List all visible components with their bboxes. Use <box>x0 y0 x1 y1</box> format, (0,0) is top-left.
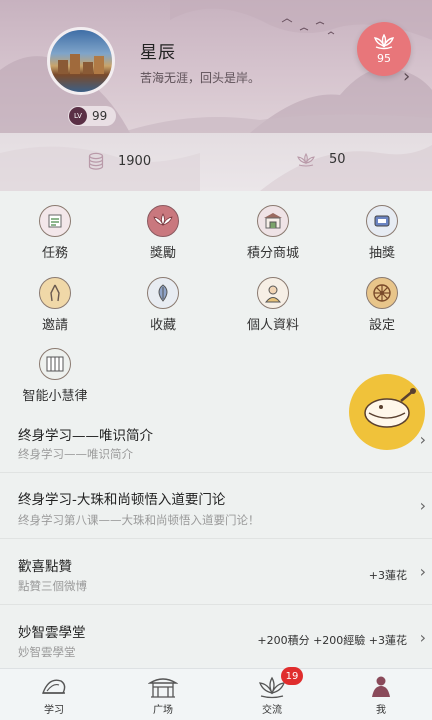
profile-monk-icon <box>257 277 289 309</box>
grid-item-profile[interactable]: 個人資料 <box>228 277 318 333</box>
grid-item-points-mall[interactable]: 積分商城 <box>228 205 318 261</box>
list-item-subtitle: 妙智雲學堂 <box>18 645 76 659</box>
grid-item-favorite[interactable]: 收藏 <box>118 277 208 333</box>
list-item-subtitle: 终身学习第八课——大珠和尚顿悟入道要门论！ <box>18 513 260 527</box>
username: 星辰 <box>140 43 176 63</box>
divider <box>0 472 432 473</box>
notification-badge: 19 <box>281 667 303 685</box>
nav-label: 交流 <box>262 705 282 716</box>
nav-label: 广场 <box>153 705 173 716</box>
buddha-icon <box>372 676 390 697</box>
reward-text: +3蓮花 <box>368 569 407 582</box>
list-item[interactable]: 歡喜點贊 點贊三個微博 +3蓮花 › <box>0 540 432 602</box>
task-scroll-icon <box>39 205 71 237</box>
bottom-nav: 学习 广场 交流 我 <box>0 668 432 720</box>
lottery-icon <box>366 205 398 237</box>
divider <box>0 538 432 539</box>
list-item-title: 歡喜點贊 <box>18 559 72 575</box>
coins-stat[interactable]: 1900 <box>88 152 151 170</box>
level-prefix: LV <box>69 107 87 125</box>
lotus-value: 50 <box>329 152 346 167</box>
divider <box>0 604 432 605</box>
level-value: 99 <box>92 109 108 123</box>
chevron-right-icon[interactable]: › <box>403 66 410 87</box>
chevron-right-icon: › <box>419 430 426 449</box>
smart-assistant-icon <box>39 348 71 380</box>
nav-label: 学习 <box>44 705 64 716</box>
list-item-title: 终身学习——唯识简介 <box>18 428 153 444</box>
list-item-title: 妙智雲學堂 <box>18 625 86 641</box>
profile-header[interactable]: 星辰 苦海无涯，回头是岸。 LV 99 95 › <box>0 0 432 133</box>
grid-label: 個人資料 <box>246 318 299 333</box>
nav-item-me[interactable]: 我 <box>346 675 416 716</box>
motto: 苦海无涯，回头是岸。 <box>140 71 261 85</box>
coins-value: 1900 <box>118 153 152 169</box>
nav-item-study[interactable]: 学习 <box>19 675 89 716</box>
settings-wheel-icon <box>366 277 398 309</box>
lotus-stat[interactable]: 50 <box>297 152 346 167</box>
grid-item-smart-assistant[interactable]: 智能小慧律 <box>10 348 100 404</box>
grid-label: 智能小慧律 <box>22 389 88 404</box>
grid-label: 抽獎 <box>368 246 395 261</box>
points-mall-icon <box>257 205 289 237</box>
reward-lotus-icon <box>147 205 179 237</box>
grid-label: 獎勵 <box>149 246 176 261</box>
nav-item-square[interactable]: 广场 <box>128 675 198 716</box>
grid-label: 設定 <box>368 318 395 333</box>
coin-stack-icon <box>88 152 104 170</box>
grid-item-reward[interactable]: 獎勵 <box>118 205 208 261</box>
list-item-title: 终身学习-大珠和尚顿悟入道要门论 <box>18 492 226 508</box>
list-item-subtitle: 點贊三個微博 <box>18 579 87 593</box>
grid-label: 邀請 <box>41 318 68 333</box>
grid-item-lottery[interactable]: 抽獎 <box>337 205 427 261</box>
temple-icon <box>148 678 178 698</box>
chevron-right-icon: › <box>419 496 426 515</box>
stats-bar: 1900 50 <box>0 133 432 191</box>
stats-mountain-bg <box>0 145 432 191</box>
avatar[interactable] <box>47 27 115 95</box>
list-item[interactable]: 终身学习——唯识简介 终身学习——唯识简介 › <box>0 408 432 470</box>
lotus-badge-count: 95 <box>377 51 391 65</box>
list-item[interactable]: 妙智雲學堂 妙智雲學堂 +200積分 +200經驗 +3蓮花 › <box>0 606 432 668</box>
level-badge: LV 99 <box>68 106 116 126</box>
lotus-outline-icon <box>297 152 315 167</box>
grid-item-invite[interactable]: 邀請 <box>10 277 100 333</box>
chevron-right-icon: › <box>419 562 426 581</box>
grid-item-settings[interactable]: 設定 <box>337 277 427 333</box>
lotus-icon <box>373 33 395 49</box>
list-item-subtitle: 终身学习——唯识简介 <box>18 447 133 461</box>
invite-hands-icon <box>39 277 71 309</box>
grid-label: 任務 <box>41 246 68 261</box>
grid-label: 積分商城 <box>246 246 299 261</box>
conch-icon <box>41 679 66 694</box>
nav-label: 我 <box>376 705 386 716</box>
grid-item-task[interactable]: 任務 <box>10 205 100 261</box>
chevron-right-icon: › <box>419 628 426 647</box>
list-item[interactable]: 终身学习-大珠和尚顿悟入道要门论 终身学习第八课——大珠和尚顿悟入道要门论！ › <box>0 474 432 536</box>
favorite-leaf-icon <box>147 277 179 309</box>
reward-text: +200積分 +200經驗 +3蓮花 <box>257 634 407 647</box>
grid-label: 收藏 <box>149 318 176 333</box>
